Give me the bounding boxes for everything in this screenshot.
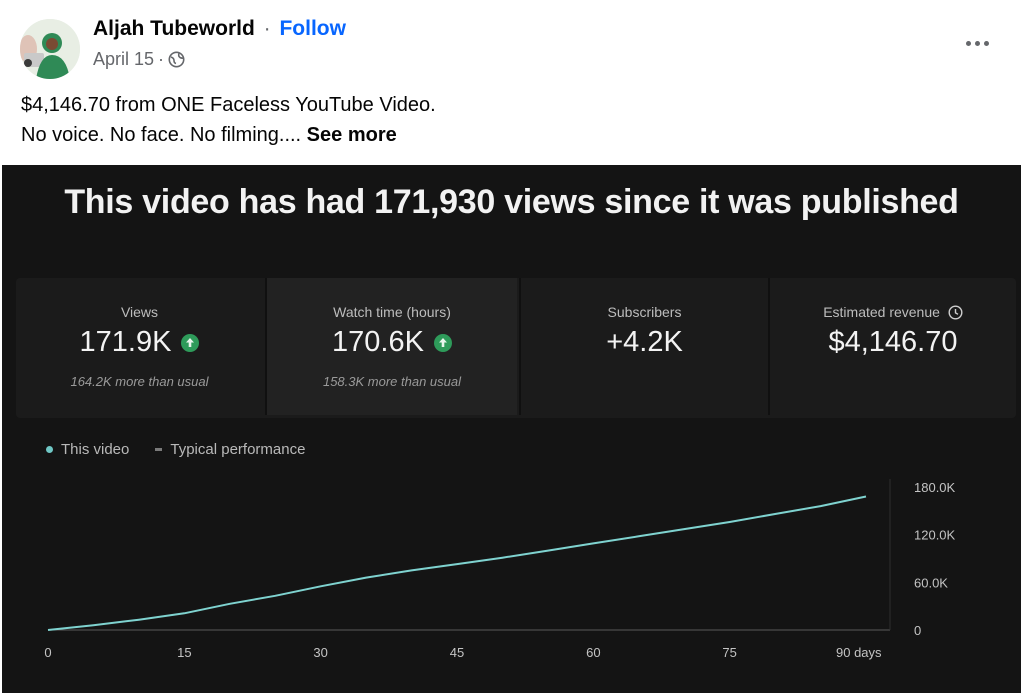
stat-subscribers: Subscribers +4.2K xyxy=(521,278,768,415)
caption-line-2: No voice. No face. No filming.... See mo… xyxy=(21,120,436,150)
stat-value-text: 170.6K xyxy=(332,326,424,358)
stat-value: 171.9K xyxy=(16,326,263,359)
post-meta: April 15 · xyxy=(93,49,185,70)
author-name[interactable]: Aljah Tubeworld xyxy=(93,17,255,40)
stat-value-text: +4.2K xyxy=(606,326,683,358)
author-line: Aljah Tubeworld · Follow xyxy=(93,17,346,41)
stat-value: 170.6K xyxy=(267,326,517,359)
y-tick-label: 60.0K xyxy=(914,575,948,590)
legend-swatch-this-video xyxy=(46,446,53,453)
stat-views: Views 171.9K 164.2K more than usual xyxy=(16,278,263,415)
stat-label: Estimated revenue xyxy=(770,304,1016,323)
stat-watch-time: Watch time (hours) 170.6K 158.3K more th… xyxy=(267,278,517,415)
x-tick-label: 15 xyxy=(177,645,191,660)
meta-separator: · xyxy=(158,49,165,69)
clock-icon xyxy=(948,305,963,323)
more-horizontal-icon xyxy=(983,40,989,46)
more-horizontal-icon xyxy=(974,40,980,46)
arrow-up-icon xyxy=(181,333,200,352)
stat-label: Views xyxy=(120,304,159,320)
globe-icon xyxy=(168,51,185,68)
separator-dot: · xyxy=(263,17,271,40)
x-tick-label: 60 xyxy=(586,645,600,660)
follow-button[interactable]: Follow xyxy=(279,17,346,40)
legend-typical: Typical performance xyxy=(170,441,306,458)
y-tick-label: 0 xyxy=(914,623,921,638)
caption-line-1: $4,146.70 from ONE Faceless YouTube Vide… xyxy=(21,94,436,116)
stat-estimated-revenue: Estimated revenue $4,146.70 xyxy=(770,278,1016,415)
stat-subtext: 164.2K more than usual xyxy=(70,374,209,389)
avatar[interactable] xyxy=(20,19,80,79)
post-header: Aljah Tubeworld · Follow April 15 · $4,1… xyxy=(0,0,1021,165)
stat-value: +4.2K xyxy=(521,326,768,359)
more-horizontal-icon xyxy=(965,40,971,46)
stat-value: $4,146.70 xyxy=(770,326,1016,359)
x-tick-label: 45 xyxy=(450,645,464,660)
arrow-up-icon xyxy=(433,333,452,352)
stat-subtext: 158.3K more than usual xyxy=(322,374,462,389)
legend-swatch-typical xyxy=(155,448,163,451)
stat-label: Watch time (hours) xyxy=(333,304,451,320)
more-options-button[interactable] xyxy=(960,28,994,58)
legend-this-video: This video xyxy=(61,441,130,458)
caption-line-2-text: No voice. No face. No filming.... xyxy=(21,124,302,146)
series-line-this-video xyxy=(47,495,867,631)
x-tick-label: 30 xyxy=(313,645,327,660)
post-caption: $4,146.70 from ONE Faceless YouTube Vide… xyxy=(21,90,436,150)
y-tick-label: 120.0K xyxy=(914,528,956,543)
post-date[interactable]: April 15 xyxy=(93,49,154,70)
see-more-link[interactable]: See more xyxy=(307,124,397,146)
x-tick-label: 75 xyxy=(722,645,736,660)
stats-panel: Views 171.9K 164.2K more than usual Watc… xyxy=(16,278,1016,418)
post-image[interactable]: This video has had 171,930 views since i… xyxy=(2,165,1021,693)
stat-label: Subscribers xyxy=(607,304,682,320)
chart-legend: This video Typical performance xyxy=(46,441,305,458)
stat-label-text: Estimated revenue xyxy=(823,304,940,320)
x-tick-label: 0 xyxy=(44,645,51,660)
stat-value-text: $4,146.70 xyxy=(828,326,958,358)
image-headline: This video has had 171,930 views since i… xyxy=(64,183,959,221)
x-tick-label: 90 days xyxy=(836,645,882,660)
views-line-chart: 0 60.0K 120.0K 180.0K 0 15 30 45 60 75 90 days xyxy=(44,479,956,660)
stat-value-text: 171.9K xyxy=(79,326,172,358)
y-tick-label: 180.0K xyxy=(914,480,956,495)
